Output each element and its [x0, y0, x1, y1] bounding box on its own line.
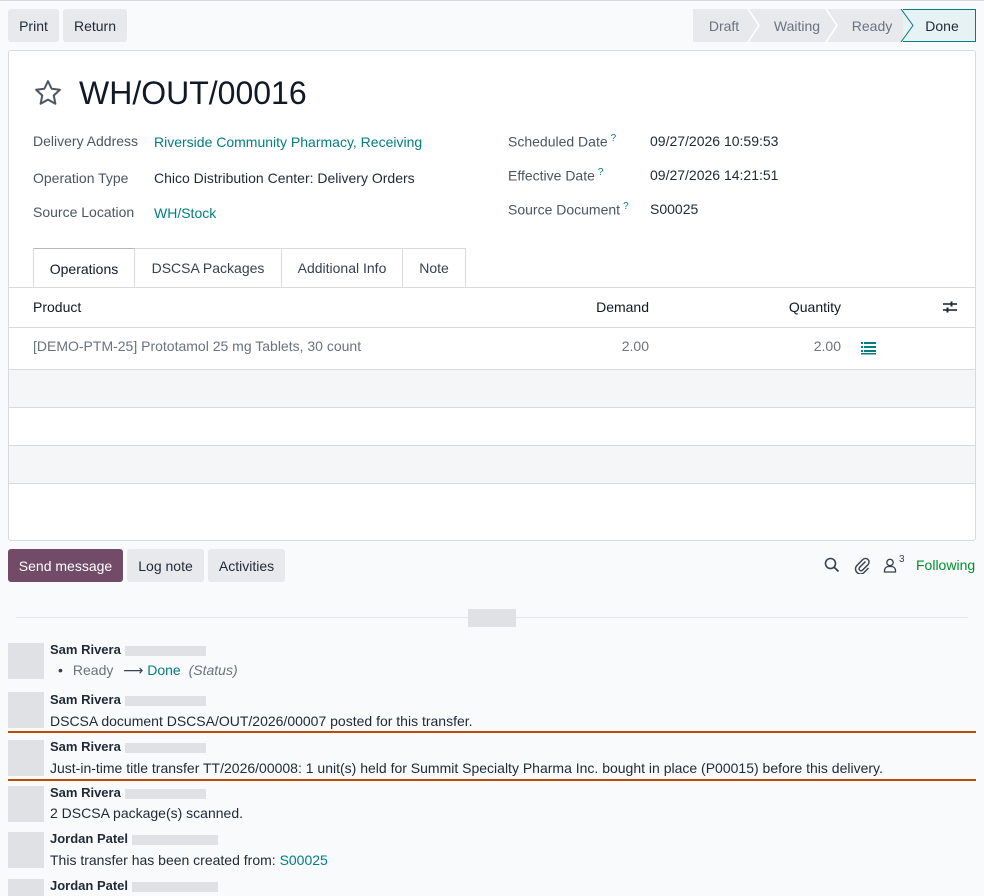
help-icon[interactable]: ? — [598, 167, 604, 178]
quantity-cell: 2.00 — [813, 338, 841, 354]
row-divider — [9, 407, 975, 408]
column-header-demand[interactable]: Demand — [569, 299, 649, 315]
activities-button[interactable]: Activities — [208, 549, 285, 582]
tracking-old-value: Ready — [72, 662, 114, 678]
tab-additional-info[interactable]: Additional Info — [282, 248, 403, 287]
arrow-icon: ⟶ — [123, 662, 144, 678]
operation-type-value[interactable]: Chico Distribution Center: Delivery Orde… — [154, 170, 415, 186]
stage-separators — [747, 9, 914, 42]
table-header-divider — [9, 327, 975, 328]
detailed-operations-icon[interactable] — [861, 341, 876, 355]
message-author[interactable]: Sam Rivera — [50, 692, 121, 707]
source-location-value[interactable]: WH/Stock — [154, 205, 216, 221]
source-document-label: Source Document? — [508, 201, 629, 218]
message-date — [125, 789, 206, 799]
product-cell: [DEMO-PTM-25] Prototamol 25 mg Tablets, … — [33, 338, 362, 354]
following-button[interactable]: Following — [916, 557, 975, 573]
message-author[interactable]: Sam Rivera — [50, 785, 121, 800]
message-author[interactable]: Jordan Patel — [50, 831, 128, 846]
delivery-address-label: Delivery Address — [33, 133, 139, 149]
tab-dscsa-packages[interactable]: DSCSA Packages — [135, 248, 282, 287]
tab-note[interactable]: Note — [403, 248, 466, 287]
form-sheet: WH/OUT/00016 Delivery Address Riverside … — [8, 50, 976, 541]
effective-date-label: Effective Date? — [508, 167, 603, 184]
empty-row — [9, 370, 975, 407]
highlight-divider — [8, 779, 976, 781]
tab-baseline — [9, 287, 975, 288]
star-icon[interactable] — [33, 78, 63, 108]
search-icon[interactable] — [824, 557, 840, 573]
demand-cell: 2.00 — [621, 338, 649, 354]
status-bar: Draft Waiting Ready Done — [693, 9, 976, 42]
date-separator-badge — [468, 609, 516, 627]
print-button[interactable]: Print — [8, 9, 59, 42]
message-author[interactable]: Sam Rivera — [50, 642, 121, 657]
operation-type-label: Operation Type — [33, 170, 129, 186]
follower-count: 3 — [899, 554, 905, 565]
scheduled-date-label-text: Scheduled Date — [508, 133, 608, 150]
avatar[interactable] — [8, 643, 44, 679]
help-icon[interactable]: ? — [623, 201, 629, 212]
column-header-quantity[interactable]: Quantity — [761, 299, 841, 315]
avatar[interactable] — [8, 692, 44, 728]
message-author[interactable]: Sam Rivera — [50, 739, 121, 754]
column-header-product[interactable]: Product — [33, 299, 81, 315]
message-body: Just-in-time title transfer TT/2026/0000… — [50, 760, 883, 776]
source-document-link[interactable]: S00025 — [280, 852, 328, 868]
message-date — [125, 743, 206, 753]
bullet: • — [58, 662, 63, 678]
source-location-label: Source Location — [33, 204, 135, 220]
record-title: WH/OUT/00016 — [79, 75, 307, 111]
empty-row — [9, 446, 975, 483]
send-message-button[interactable]: Send message — [8, 549, 123, 582]
row-divider — [9, 483, 975, 484]
avatar[interactable] — [8, 786, 44, 822]
top-divider — [0, 0, 984, 1]
help-icon[interactable]: ? — [611, 133, 617, 144]
optional-columns-icon[interactable] — [942, 299, 958, 315]
message-date — [132, 882, 218, 892]
message-body: This transfer has been created from: S00… — [50, 852, 328, 868]
message-date — [132, 835, 218, 845]
message-body: 2 DSCSA package(s) scanned. — [50, 805, 243, 821]
message-date — [125, 696, 206, 706]
log-note-button[interactable]: Log note — [127, 549, 204, 582]
message-author[interactable]: Jordan Patel — [50, 878, 128, 893]
avatar[interactable] — [8, 879, 44, 896]
scheduled-date-label: Scheduled Date? — [508, 133, 616, 150]
paperclip-icon[interactable] — [854, 556, 870, 574]
tab-operations[interactable]: Operations — [33, 248, 135, 288]
return-button[interactable]: Return — [63, 9, 127, 42]
avatar[interactable] — [8, 832, 44, 868]
effective-date-value: 09/27/2026 14:21:51 — [650, 167, 779, 183]
scheduled-date-value[interactable]: 09/27/2026 10:59:53 — [650, 133, 778, 149]
tracking-new-value: Done — [147, 662, 181, 678]
tracking-value: • Ready ⟶ Done (Status) — [58, 662, 238, 679]
message-body: DSCSA document DSCSA/OUT/2026/00007 post… — [50, 713, 473, 729]
source-document-label-text: Source Document — [508, 201, 621, 218]
followers-icon[interactable] — [883, 558, 897, 573]
tracking-field: (Status) — [188, 662, 238, 678]
message-text: This transfer has been created from: — [50, 852, 280, 868]
source-document-value[interactable]: S00025 — [650, 201, 698, 217]
message-date — [125, 646, 206, 656]
effective-date-label-text: Effective Date — [508, 167, 595, 184]
highlight-divider — [8, 731, 976, 733]
delivery-address-value[interactable]: Riverside Community Pharmacy, Receiving — [154, 134, 422, 150]
avatar[interactable] — [8, 740, 44, 776]
